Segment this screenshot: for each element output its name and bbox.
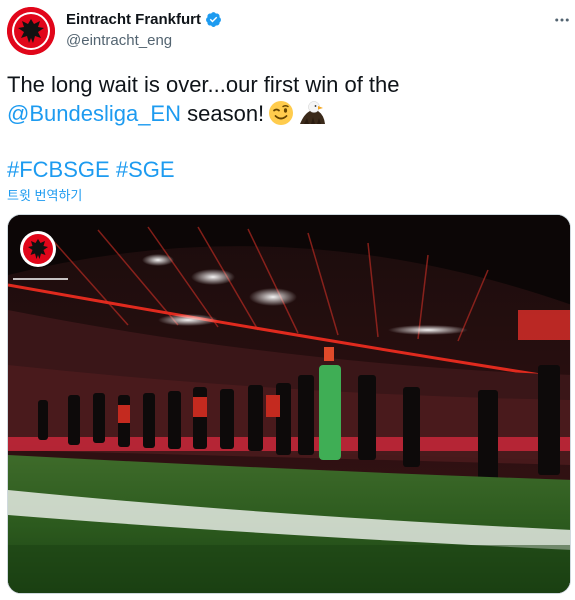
hashtag-fcbsge[interactable]: #FCBSGE [7,157,110,182]
mention-link[interactable]: @Bundesliga_EN [7,101,181,126]
translate-tweet-link[interactable]: 트윗 번역하기 [7,185,82,204]
eagle-crest-icon [7,7,55,55]
more-options-button[interactable] [552,10,572,30]
more-dots-icon [555,18,569,22]
display-name[interactable]: Eintracht Frankfurt [66,11,201,28]
tweet-text-rest: season! [181,101,265,126]
tweet-card: Eintracht Frankfurt @eintracht_eng The l… [0,0,575,600]
tweet-text-line-2: @Bundesliga_EN season! [7,99,567,133]
tweet-text: The long wait is over...our first win of… [7,70,567,133]
verified-badge-icon [206,12,221,27]
photo-icon [8,215,570,593]
avatar[interactable] [7,7,55,55]
winking-face-emoji-icon [268,100,294,133]
eagle-emoji-icon [298,100,326,133]
hashtags: #FCBSGE #SGE [7,155,175,184]
hashtag-sge[interactable]: #SGE [116,157,175,182]
name-row: Eintracht Frankfurt [66,11,222,28]
account-handle[interactable]: @eintracht_eng [66,32,172,49]
tweet-photo[interactable] [7,214,571,594]
tweet-text-line-1: The long wait is over...our first win of… [7,72,400,97]
